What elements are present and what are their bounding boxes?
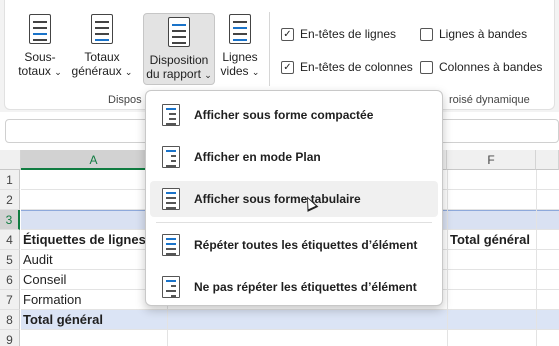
table-row <box>21 330 559 346</box>
row-header[interactable]: 5 <box>0 250 20 270</box>
column-header-g[interactable] <box>536 150 559 170</box>
grand-total-header-cell[interactable]: Total général <box>448 230 530 250</box>
report-layout-icon <box>168 17 190 47</box>
row-header[interactable]: 9 <box>0 330 20 346</box>
empty-checkbox-icon <box>420 60 433 74</box>
tabular-layout-icon <box>162 188 180 210</box>
layout-group-label: Dispos <box>108 94 142 106</box>
blank-rows-icon <box>229 14 251 44</box>
column-headers-checkbox[interactable]: ✓ En-têtes de colonnes <box>281 60 413 74</box>
chevron-down-icon: ⌄ <box>124 67 133 77</box>
row-header[interactable]: 7 <box>0 290 20 310</box>
menu-item-repeat-labels[interactable]: Répéter toutes les étiquettes d’élément <box>150 227 438 263</box>
row-header[interactable]: 6 <box>0 270 20 290</box>
row-header[interactable]: 4 <box>0 230 20 250</box>
blank-rows-button[interactable]: Lignes vides ⌄ <box>217 14 263 79</box>
empty-checkbox-icon <box>420 27 433 41</box>
ribbon-separator <box>269 12 270 86</box>
checkmark-icon: ✓ <box>281 60 294 74</box>
banded-columns-checkbox[interactable]: Colonnes à bandes <box>420 60 542 74</box>
item-cell[interactable]: Conseil <box>21 270 66 290</box>
menu-item-tabular[interactable]: Afficher sous forme tabulaire <box>150 181 438 217</box>
subtotals-button[interactable]: Sous- totaux ⌄ <box>13 14 67 79</box>
row-header[interactable]: 8 <box>0 310 20 330</box>
gridline <box>447 170 448 346</box>
row-labels-header-cell[interactable]: Étiquettes de lignes <box>21 230 146 250</box>
gridline <box>536 170 537 346</box>
menu-separator <box>156 222 432 223</box>
outline-layout-icon <box>162 146 180 168</box>
repeat-labels-icon <box>162 234 180 256</box>
menu-item-no-repeat-labels[interactable]: Ne pas répéter les étiquettes d’élément <box>150 269 438 305</box>
grand-total-row-cell[interactable]: Total général <box>21 310 103 330</box>
item-cell[interactable]: Audit <box>21 250 53 270</box>
subtotals-icon <box>29 14 51 44</box>
table-row: Total général <box>21 310 559 330</box>
checkmark-icon: ✓ <box>281 27 294 41</box>
report-layout-menu: Afficher sous forme compactée Afficher e… <box>145 90 443 306</box>
no-repeat-labels-icon <box>162 276 180 298</box>
column-header-f[interactable]: F <box>447 150 536 170</box>
select-all-corner[interactable] <box>0 150 21 170</box>
chevron-down-icon: ⌄ <box>204 70 212 80</box>
grand-totals-icon <box>91 14 113 44</box>
menu-item-compact[interactable]: Afficher sous forme compactée <box>150 97 438 133</box>
style-options-group-label: roisé dynamique <box>449 94 530 106</box>
banded-rows-checkbox[interactable]: Lignes à bandes <box>420 27 527 41</box>
grand-totals-button[interactable]: Totaux généraux ⌄ <box>71 14 133 79</box>
row-header[interactable]: 2 <box>0 190 20 210</box>
row-header[interactable]: 3 <box>0 210 20 230</box>
row-header[interactable]: 1 <box>0 170 20 190</box>
item-cell[interactable]: Formation <box>21 290 82 310</box>
report-layout-button[interactable]: Disposition du rapport ⌄ <box>143 13 215 85</box>
chevron-down-icon: ⌄ <box>54 67 62 77</box>
menu-item-outline[interactable]: Afficher en mode Plan <box>150 139 438 175</box>
compact-layout-icon <box>162 104 180 126</box>
chevron-down-icon: ⌄ <box>251 67 260 77</box>
row-headers-checkbox[interactable]: ✓ En-têtes de lignes <box>281 27 396 41</box>
